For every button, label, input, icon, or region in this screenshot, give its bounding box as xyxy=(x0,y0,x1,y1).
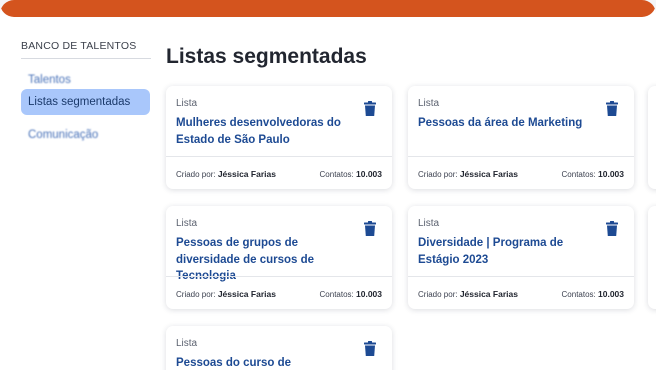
creator-label: Criado por: xyxy=(418,290,458,299)
trash-icon[interactable] xyxy=(364,341,376,356)
contacts-info: Contatos: 10.003 xyxy=(320,169,382,179)
sidebar-header: BANCO DE TALENTOS xyxy=(21,40,151,59)
creator-name: Jéssica Farias xyxy=(217,169,276,179)
card-footer: Criado por: Jéssica Farias Contatos: 10.… xyxy=(176,169,382,179)
creator-name: Jéssica Farias xyxy=(217,289,276,299)
creator-name: Jéssica Farias xyxy=(459,169,518,179)
creator-info: Criado por: Jéssica Farias xyxy=(418,289,518,299)
creator-name: Jéssica Farias xyxy=(459,289,518,299)
card-title[interactable]: Mulheres desenvolvedoras do Estado de Sã… xyxy=(176,115,356,148)
contacts-label: Contatos: xyxy=(561,290,596,299)
trash-icon[interactable] xyxy=(364,101,376,116)
sidebar: BANCO DE TALENTOS Talentos Listas segmen… xyxy=(0,17,160,370)
list-card[interactable]: Lista Mulheres desenvolvedoras do Estado… xyxy=(166,86,392,189)
contacts-info: Contatos: 10.003 xyxy=(320,289,382,299)
list-card[interactable]: Lista Diversidade | Programa de Estágio … xyxy=(408,206,634,309)
card-divider xyxy=(408,156,634,157)
creator-label: Criado por: xyxy=(176,290,216,299)
card-divider xyxy=(166,276,392,277)
card-type-label: Lista xyxy=(176,338,198,349)
contacts-count: 10.003 xyxy=(356,169,382,179)
trash-icon[interactable] xyxy=(606,221,618,236)
creator-info: Criado por: Jéssica Farias xyxy=(176,289,276,299)
list-card[interactable]: Lista Pessoas da área de Marketing Criad… xyxy=(408,86,634,189)
creator-label: Criado por: xyxy=(176,170,216,179)
top-bar xyxy=(0,0,656,17)
contacts-label: Contatos: xyxy=(319,290,354,299)
card-type-label: Lista xyxy=(418,218,440,229)
card-title[interactable]: Pessoas do curso de Engenharia da xyxy=(176,355,356,370)
sidebar-item-comunicacao[interactable]: Comunicação xyxy=(21,122,150,148)
card-footer: Criado por: Jéssica Farias Contatos: 10.… xyxy=(418,169,624,179)
list-card[interactable]: Lista Pessoas do curso de Engenharia da xyxy=(166,326,392,370)
list-card[interactable]: Lista Pessoas de grupos de diversidade d… xyxy=(166,206,392,309)
card-title[interactable]: Pessoas da área de Marketing xyxy=(418,115,598,132)
offscreen-card-edge xyxy=(648,86,656,189)
trash-icon[interactable] xyxy=(606,101,618,116)
page-title: Listas segmentadas xyxy=(166,45,367,68)
creator-info: Criado por: Jéssica Farias xyxy=(418,169,518,179)
card-divider xyxy=(166,156,392,157)
creator-info: Criado por: Jéssica Farias xyxy=(176,169,276,179)
contacts-info: Contatos: 10.003 xyxy=(562,169,624,179)
card-type-label: Lista xyxy=(176,98,198,109)
creator-label: Criado por: xyxy=(418,170,458,179)
contacts-count: 10.003 xyxy=(598,289,624,299)
contacts-label: Contatos: xyxy=(561,170,596,179)
contacts-count: 10.003 xyxy=(356,289,382,299)
contacts-info: Contatos: 10.003 xyxy=(562,289,624,299)
card-title[interactable]: Pessoas de grupos de diversidade de curs… xyxy=(176,235,356,285)
sidebar-item-listas-segmentadas[interactable]: Listas segmentadas xyxy=(21,89,150,115)
card-title[interactable]: Diversidade | Programa de Estágio 2023 xyxy=(418,235,598,268)
app-window: BANCO DE TALENTOS Talentos Listas segmen… xyxy=(0,0,656,370)
card-type-label: Lista xyxy=(418,98,440,109)
card-divider xyxy=(408,276,634,277)
card-footer: Criado por: Jéssica Farias Contatos: 10.… xyxy=(176,289,382,299)
contacts-count: 10.003 xyxy=(598,169,624,179)
trash-icon[interactable] xyxy=(364,221,376,236)
card-footer: Criado por: Jéssica Farias Contatos: 10.… xyxy=(418,289,624,299)
contacts-label: Contatos: xyxy=(319,170,354,179)
card-type-label: Lista xyxy=(176,218,198,229)
offscreen-card-edge xyxy=(648,206,656,309)
